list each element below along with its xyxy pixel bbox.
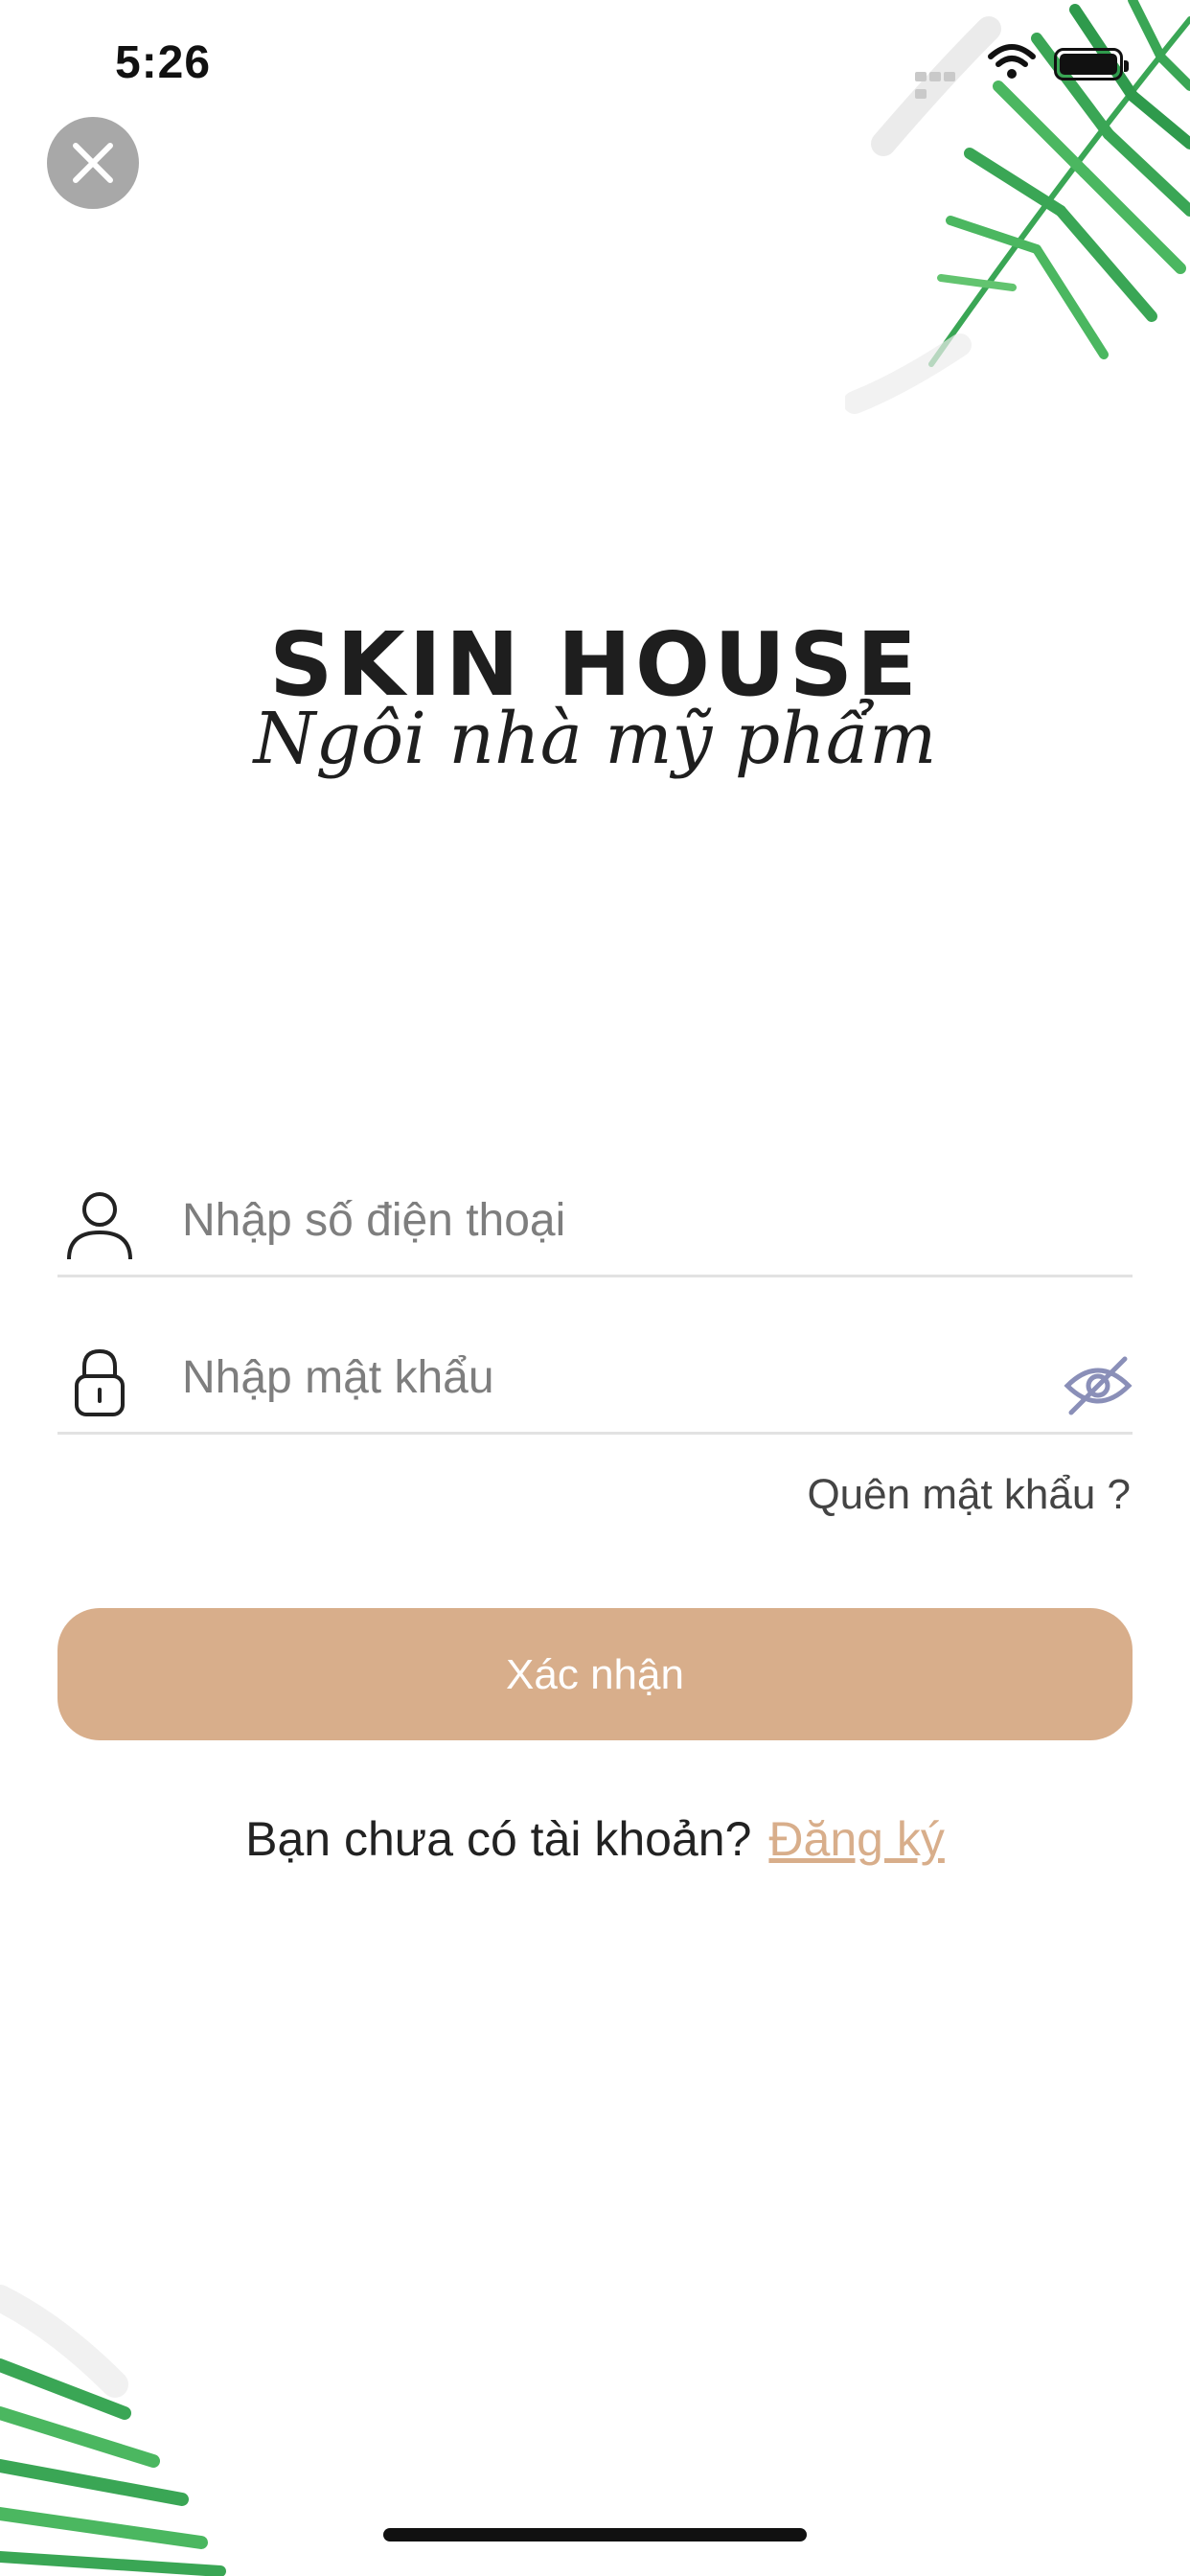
wifi-icon <box>988 44 1036 79</box>
signup-prompt: Bạn chưa có tài khoản? <box>245 1812 752 1866</box>
eye-slash-icon[interactable] <box>1064 1355 1133 1416</box>
signup-link[interactable]: Đăng ký <box>768 1812 944 1866</box>
phone-input[interactable] <box>180 1190 998 1250</box>
brand-logo-subtitle: Ngôi nhà mỹ phẩm <box>253 698 937 780</box>
palm-leaf-decoration-bottom <box>0 2285 226 2576</box>
close-button[interactable] <box>47 117 139 209</box>
forgot-password-link[interactable]: Quên mật khẩu ? <box>807 1471 1131 1519</box>
cellular-signal-icon <box>915 69 971 99</box>
submit-button[interactable]: Xác nhận <box>57 1608 1133 1740</box>
signup-row: Bạn chưa có tài khoản? Đăng ký <box>0 1811 1190 1867</box>
status-time: 5:26 <box>115 37 212 88</box>
user-icon <box>67 1192 132 1260</box>
home-indicator[interactable] <box>383 2528 807 2542</box>
lock-icon <box>75 1348 125 1416</box>
password-input[interactable] <box>180 1347 998 1407</box>
close-icon <box>73 143 113 183</box>
phone-field-row <box>57 1169 1133 1277</box>
battery-icon <box>1054 48 1129 80</box>
password-field-row <box>57 1326 1133 1435</box>
